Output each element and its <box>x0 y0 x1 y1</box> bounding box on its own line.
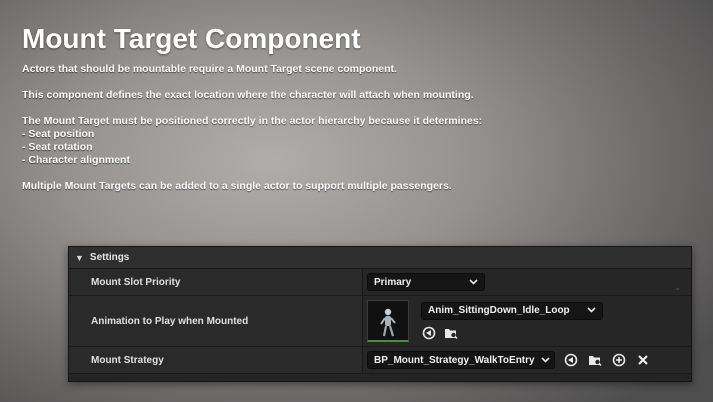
section-label: Settings <box>89 252 130 263</box>
dropdown-value: Anim_SittingDown_Idle_Loop <box>428 305 570 316</box>
property-value: Primary <box>363 269 691 295</box>
determines-list: Seat position Seat rotation Character al… <box>22 128 682 167</box>
page-title: Mount Target Component <box>22 23 361 54</box>
x-icon[interactable] <box>635 352 651 368</box>
use-selected-arrow-icon[interactable] <box>421 325 437 341</box>
use-selected-arrow-icon[interactable] <box>563 352 579 368</box>
list-item: Seat position <box>22 128 682 141</box>
dropdown-value: BP_Mount_Strategy_WalkToEntry <box>374 354 535 366</box>
property-value: BP_Mount_Strategy_WalkToEntry <box>363 347 691 373</box>
property-label: Animation to Play when Mounted <box>69 296 363 346</box>
details-panel: ▼ Settings Mount Slot Priority Primary A… <box>68 246 692 382</box>
paragraph-4: Multiple Mount Targets can be added to a… <box>22 180 452 192</box>
property-label: Mount Slot Priority <box>69 269 363 295</box>
chevron-down-icon <box>469 277 478 288</box>
chevron-down-icon <box>541 355 550 366</box>
mount-slot-priority-dropdown[interactable]: Primary <box>367 273 485 291</box>
settings-section-header[interactable]: ▼ Settings <box>69 247 691 269</box>
scroll-indicator-icon: ⌄ <box>674 283 681 292</box>
property-row-animation: Animation to Play when Mounted Anim_Sitt… <box>69 296 691 347</box>
chevron-down-icon <box>587 305 596 316</box>
property-label: Mount Strategy <box>69 347 363 373</box>
documentation-text: Mount Target Component Actors that shoul… <box>22 22 682 193</box>
character-figure-icon <box>380 308 396 337</box>
paragraph-3: The Mount Target must be positioned corr… <box>22 115 483 127</box>
paragraph-2: This component defines the exact locatio… <box>22 89 474 101</box>
browse-folder-icon[interactable] <box>443 325 459 341</box>
dropdown-value: Primary <box>374 276 412 288</box>
property-row-mount-strategy: Mount Strategy BP_Mount_Strategy_WalkToE… <box>69 347 691 374</box>
browse-folder-icon[interactable] <box>587 352 603 368</box>
mount-strategy-dropdown[interactable]: BP_Mount_Strategy_WalkToEntry <box>367 351 555 369</box>
triangle-down-icon[interactable]: ▼ <box>75 253 84 263</box>
property-value: Anim_SittingDown_Idle_Loop <box>363 296 691 346</box>
list-item: Seat rotation <box>22 141 682 154</box>
animation-asset-dropdown[interactable]: Anim_SittingDown_Idle_Loop <box>421 301 603 320</box>
plus-circle-icon[interactable] <box>611 352 627 368</box>
property-row-mount-slot-priority: Mount Slot Priority Primary <box>69 269 691 296</box>
paragraph-1: Actors that should be mountable require … <box>22 63 397 75</box>
animation-thumbnail[interactable] <box>367 300 409 342</box>
list-item: Character alignment <box>22 154 682 167</box>
